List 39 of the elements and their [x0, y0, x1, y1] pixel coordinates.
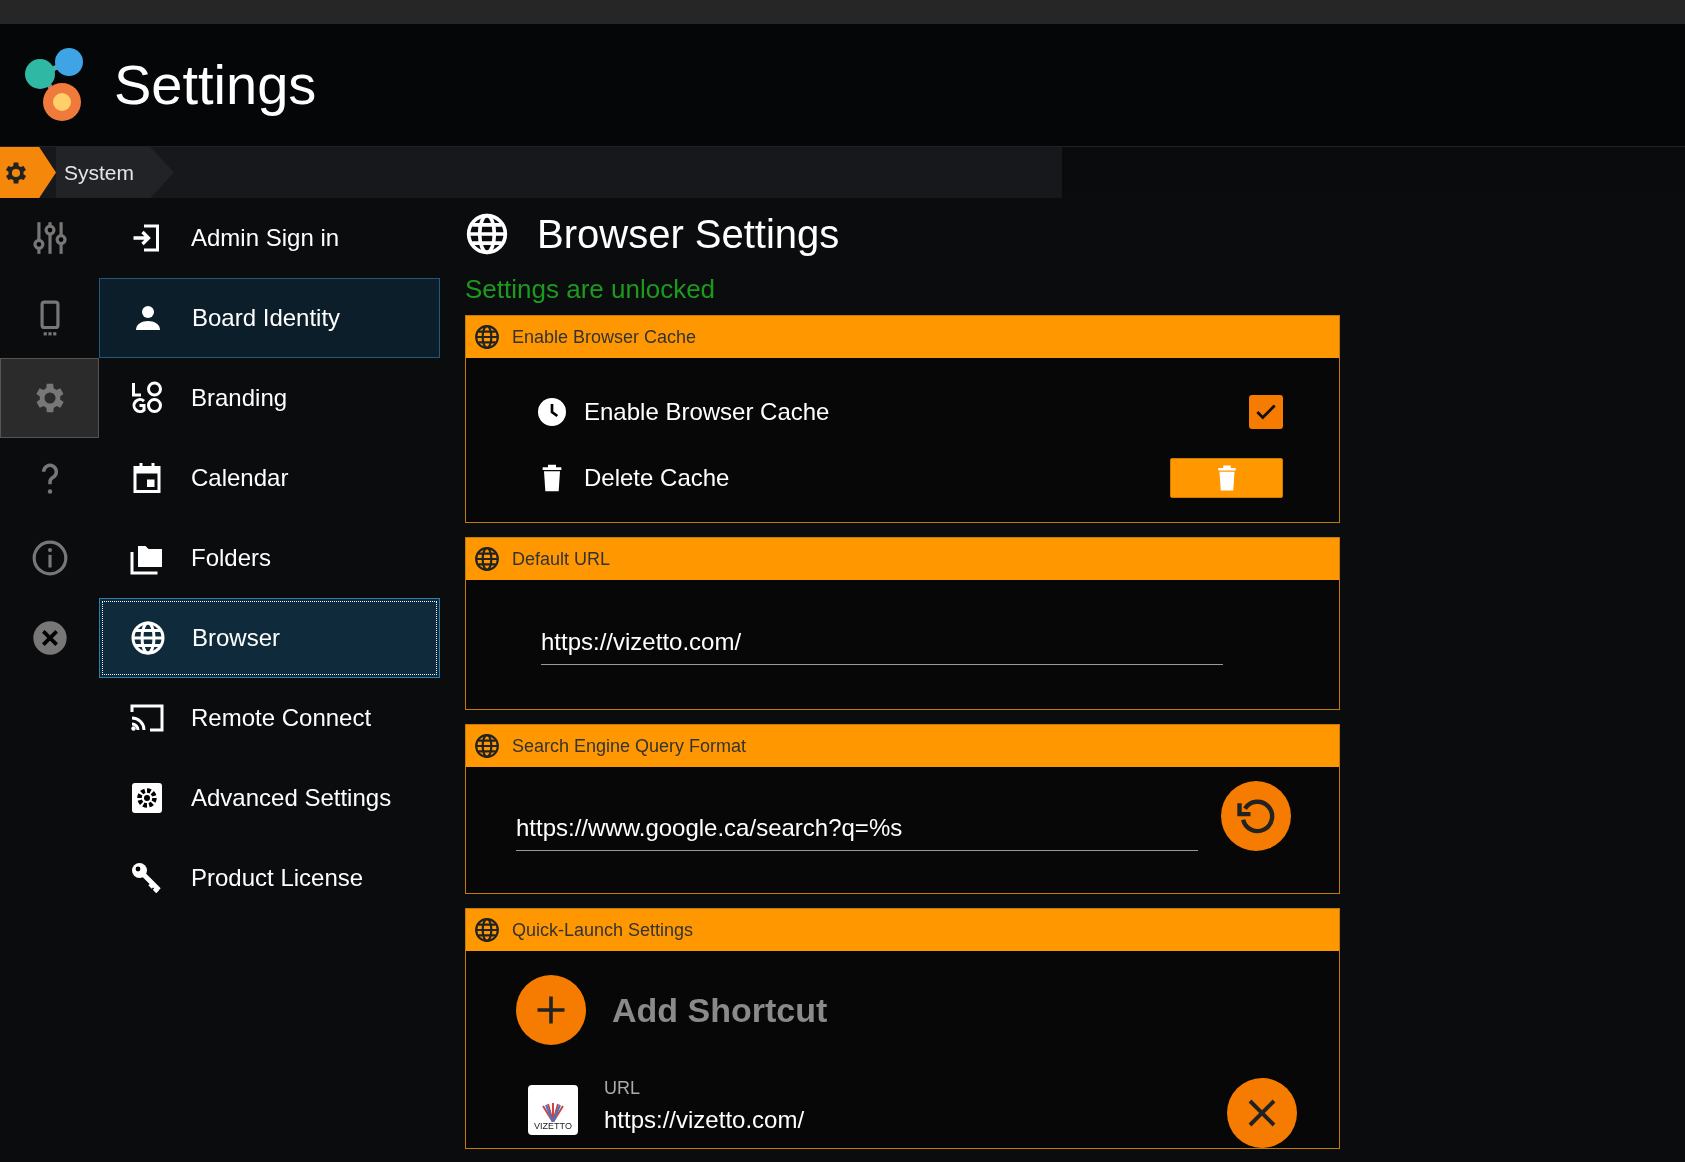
checkbox[interactable]	[1249, 395, 1283, 429]
shortcut-caption: URL	[604, 1077, 641, 1100]
logo-text-icon	[129, 380, 165, 416]
globe-icon	[465, 212, 509, 256]
unlocked-status: Settings are unlocked	[465, 273, 716, 306]
setting-label: Delete Cache	[584, 463, 731, 493]
delete-cache-button[interactable]	[1170, 458, 1283, 498]
page-heading: Browser Settings	[537, 211, 840, 258]
nav-item[interactable]: Folders	[99, 518, 440, 598]
clock-icon	[536, 396, 568, 428]
rail-tab[interactable]	[0, 358, 99, 438]
breadcrumb-home[interactable]	[0, 147, 56, 198]
nav-item[interactable]: Advanced Settings	[99, 758, 440, 838]
globe-icon	[474, 546, 500, 572]
nav-item[interactable]: Board Identity	[99, 278, 440, 358]
globe-icon	[474, 324, 500, 350]
panel-title: Quick-Launch Settings	[512, 918, 694, 942]
info-icon	[30, 539, 69, 577]
panel-title: Enable Browser Cache	[512, 325, 697, 349]
globe-icon	[130, 620, 166, 656]
globe-icon	[474, 917, 500, 943]
setting-label: Enable Browser Cache	[584, 397, 831, 427]
nav-item[interactable]: Product License	[99, 838, 440, 918]
breadcrumb-item[interactable]: System	[56, 147, 174, 198]
panel-title: Default URL	[512, 547, 611, 571]
nav-item[interactable]: Remote Connect	[99, 678, 440, 758]
shortcut-url: https://vizetto.com/	[604, 1105, 805, 1135]
site-logo: VIZETTO	[528, 1085, 578, 1135]
globe-icon	[474, 733, 500, 759]
nav-item[interactable]: Admin Sign in	[99, 198, 440, 278]
query-field[interactable]: https://www.google.ca/search?q=%s	[516, 809, 1198, 851]
nav-item[interactable]: Calendar	[99, 438, 440, 518]
nav-item[interactable]: Browser	[99, 598, 440, 678]
nav-item[interactable]: Branding	[99, 358, 440, 438]
gear-square-icon	[129, 780, 165, 816]
panel-title: Search Engine Query Format	[512, 734, 747, 758]
url-field[interactable]: https://vizetto.com/	[541, 624, 1223, 665]
add-shortcut-label: Add Shortcut	[612, 989, 828, 1031]
sliders-icon	[30, 219, 69, 257]
